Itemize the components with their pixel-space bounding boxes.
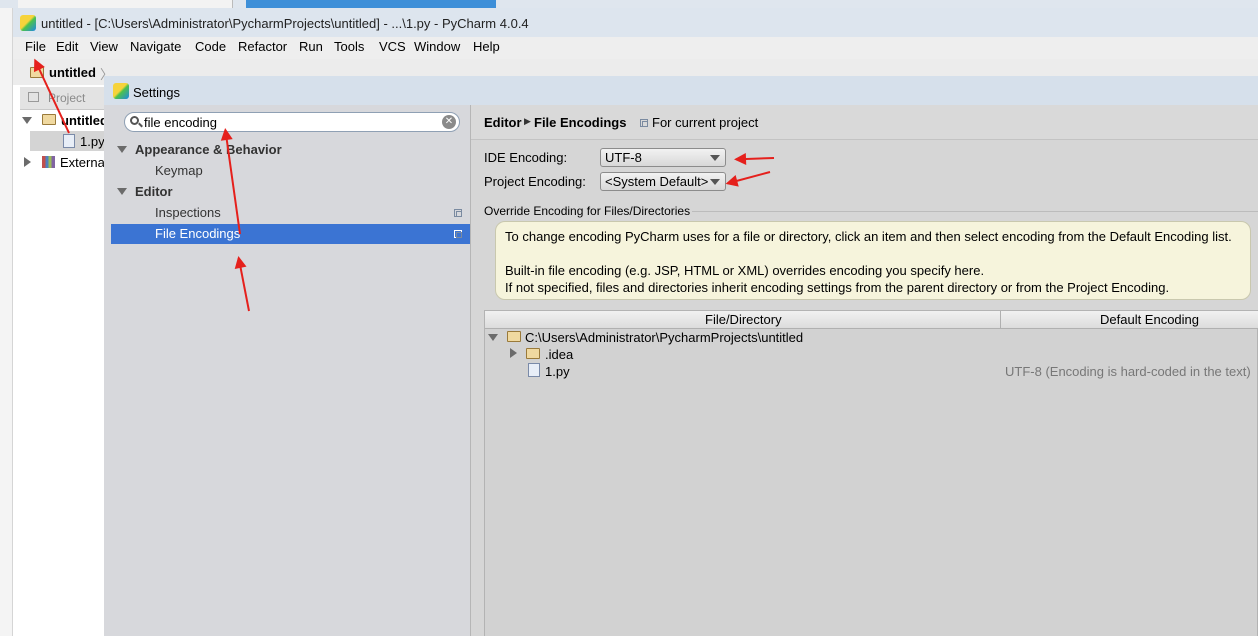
tree-file-encodings[interactable]: File Encodings (155, 226, 240, 241)
libraries-icon (42, 156, 55, 168)
ide-encoding-select[interactable]: UTF-8 (600, 148, 726, 167)
override-section-title: Override Encoding for Files/Directories (484, 204, 691, 218)
pycharm-logo-icon (113, 83, 129, 99)
dropdown-arrow-icon (710, 155, 720, 161)
search-icon-handle (138, 122, 143, 128)
project-tree-root[interactable]: untitled (61, 113, 108, 128)
browser-tab-active[interactable] (246, 0, 496, 8)
menu-view[interactable]: View (90, 39, 118, 54)
window-title: untitled - [C:\Users\Administrator\Pycha… (41, 16, 529, 31)
expand-arrow-icon[interactable] (117, 146, 127, 153)
project-tab[interactable]: Project (20, 87, 105, 110)
expand-arrow-icon[interactable] (22, 117, 32, 124)
project-tree-external[interactable]: External (60, 155, 108, 170)
browser-tab[interactable] (18, 0, 233, 8)
background-window-edge (0, 8, 13, 636)
section-divider (692, 211, 1258, 212)
encoding-info-box: To change encoding PyCharm uses for a fi… (495, 221, 1251, 300)
clear-search-icon[interactable]: ✕ (442, 115, 456, 129)
breadcrumb-arrow-icon: ▶ (524, 116, 531, 126)
table-row-path[interactable]: .idea (545, 347, 573, 362)
info-line-1: To change encoding PyCharm uses for a fi… (505, 229, 1232, 244)
folder-icon (507, 331, 521, 342)
menu-vcs[interactable]: VCS (379, 39, 406, 54)
header-current: File Encodings (534, 115, 627, 130)
header-scope: For current project (652, 115, 759, 130)
project-encoding-select[interactable]: <System Default> (600, 172, 726, 191)
column-default-encoding[interactable]: Default Encoding (1100, 312, 1199, 327)
collapse-arrow-icon[interactable] (510, 348, 517, 358)
column-divider[interactable] (1000, 311, 1001, 328)
menu-navigate[interactable]: Navigate (130, 39, 181, 54)
menu-file[interactable]: File (25, 39, 46, 54)
info-line-2: Built-in file encoding (e.g. JSP, HTML o… (505, 263, 985, 278)
menu-code[interactable]: Code (195, 39, 226, 54)
project-scope-icon (640, 119, 648, 127)
menu-run[interactable]: Run (299, 39, 323, 54)
table-row-path[interactable]: 1.py (545, 364, 570, 379)
project-encoding-value: <System Default> (605, 174, 709, 189)
project-view-icon (28, 92, 39, 102)
expand-arrow-icon[interactable] (117, 188, 127, 195)
table-header: File/Directory Default Encoding (485, 311, 1258, 329)
tree-inspections[interactable]: Inspections (155, 205, 221, 220)
project-tree-file[interactable]: 1.py (80, 134, 105, 149)
table-row-path[interactable]: C:\Users\Administrator\PycharmProjects\u… (525, 330, 803, 345)
menu-edit[interactable]: Edit (56, 39, 78, 54)
menu-refactor[interactable]: Refactor (238, 39, 287, 54)
menu-bar: File Edit View Navigate Code Refactor Ru… (13, 37, 1258, 59)
menu-help[interactable]: Help (473, 39, 500, 54)
tree-keymap[interactable]: Keymap (155, 163, 203, 178)
header-parent: Editor (484, 115, 522, 130)
project-encoding-label: Project Encoding: (484, 174, 586, 189)
project-scope-icon (454, 209, 462, 217)
folder-icon (42, 114, 56, 125)
collapse-arrow-icon[interactable] (24, 157, 31, 167)
pycharm-logo-icon (20, 15, 36, 31)
encoding-table (484, 310, 1258, 636)
expand-arrow-icon[interactable] (488, 334, 498, 341)
python-file-icon (63, 134, 75, 148)
dropdown-arrow-icon (710, 179, 720, 185)
menu-tools[interactable]: Tools (334, 39, 364, 54)
column-file-directory[interactable]: File/Directory (705, 312, 782, 327)
settings-title-bar (104, 76, 1258, 106)
search-value: file encoding (144, 115, 217, 130)
python-file-icon (528, 363, 540, 377)
breadcrumb-project[interactable]: untitled (49, 65, 96, 80)
settings-title: Settings (133, 85, 180, 100)
ide-encoding-value: UTF-8 (605, 150, 642, 165)
folder-icon (526, 348, 540, 359)
ide-encoding-label: IDE Encoding: (484, 150, 568, 165)
table-row-encoding[interactable]: UTF-8 (Encoding is hard-coded in the tex… (1005, 364, 1251, 379)
project-scope-icon (454, 230, 462, 238)
tree-editor[interactable]: Editor (135, 184, 173, 199)
info-line-3: If not specified, files and directories … (505, 280, 1170, 295)
menu-window[interactable]: Window (414, 39, 460, 54)
settings-search-input[interactable]: file encoding ✕ (124, 112, 460, 132)
tree-appearance-behavior[interactable]: Appearance & Behavior (135, 142, 282, 157)
